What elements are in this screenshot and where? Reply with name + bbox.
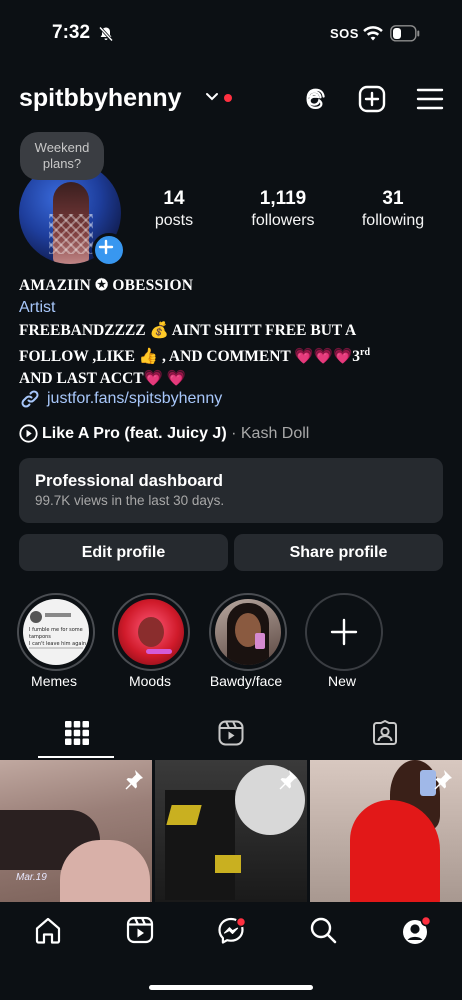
share-profile-button[interactable]: Share profile <box>234 534 443 571</box>
status-time: 7:32 <box>52 22 91 43</box>
pin-icon <box>434 770 452 790</box>
following-count[interactable]: 31 <box>338 188 448 210</box>
sos-indicator: SOS <box>330 26 359 41</box>
chevron-down-icon[interactable] <box>205 92 219 102</box>
bio-line-text: FOLLOW ,LIKE 👍 , AND COMMENT 💗💗💗3 <box>19 348 361 366</box>
bio-line: FREEBANDZZZZ 💰 AINT SHITT FREE BUT A <box>19 322 357 339</box>
add-story-button[interactable] <box>92 233 126 267</box>
plus-icon <box>330 618 358 646</box>
active-tab-indicator <box>38 756 114 758</box>
highlight-label[interactable]: Memes <box>4 673 104 689</box>
followers-count[interactable]: 1,119 <box>228 188 338 210</box>
username-switcher[interactable]: spitbbyhenny <box>19 84 182 113</box>
post-caption: Mar.19 <box>16 872 47 883</box>
bio-line: AND LAST ACCT💗 💗 <box>19 370 187 388</box>
profile-link[interactable]: justfor.fans/spitsbyhenny <box>47 390 222 408</box>
reels-icon[interactable] <box>218 720 244 746</box>
bell-muted-icon <box>98 26 114 42</box>
music-title: Like A Pro (feat. Juicy J) <box>42 425 227 442</box>
posts-count[interactable]: 14 <box>119 188 229 210</box>
bio-text: FREEBANDZZZZ 💰 AINT SHITT FREE BUT A FOL… <box>19 320 439 390</box>
highlight-label[interactable]: New <box>292 673 392 689</box>
highlight-label[interactable]: Moods <box>100 673 200 689</box>
notification-dot <box>224 94 232 102</box>
highlight-thumbnail: I fumble me for some tampons I can't leav… <box>23 599 89 665</box>
dashboard-title: Professional dashboard <box>35 472 223 490</box>
link-icon <box>21 390 39 408</box>
display-name: AMAZIIN ✪ OBESSION <box>19 277 194 294</box>
threads-icon[interactable] <box>300 84 330 114</box>
bio-superscript: rd <box>360 347 371 358</box>
highlight-thumbnail <box>118 599 184 665</box>
note-text: Weekend plans? <box>34 140 90 171</box>
profile-icon[interactable] <box>400 915 432 947</box>
tagged-icon[interactable] <box>372 720 398 746</box>
pin-icon <box>125 770 143 790</box>
reels-nav-icon[interactable] <box>126 915 154 945</box>
menu-icon[interactable] <box>415 84 445 114</box>
highlight-memes[interactable]: I fumble me for some tampons I can't leav… <box>17 593 95 671</box>
dashboard-subtitle: 99.7K views in the last 30 days. <box>35 493 225 508</box>
messenger-icon[interactable] <box>216 915 248 947</box>
profile-music[interactable]: Like A Pro (feat. Juicy J) · Kash Doll <box>42 425 309 443</box>
highlight-thumbnail <box>215 599 281 665</box>
music-artist: · Kash Doll <box>226 425 310 442</box>
highlight-bawdy-face[interactable] <box>209 593 287 671</box>
posts-label[interactable]: posts <box>119 212 229 230</box>
wifi-icon <box>363 26 383 41</box>
following-label[interactable]: following <box>338 212 448 230</box>
create-icon[interactable] <box>357 84 387 114</box>
home-indicator <box>149 985 313 990</box>
new-highlight-button[interactable] <box>305 593 383 671</box>
search-icon[interactable] <box>308 915 338 945</box>
home-icon[interactable] <box>34 915 62 945</box>
highlight-label[interactable]: Bawdy/face <box>196 673 296 689</box>
play-circle-icon[interactable] <box>19 424 38 443</box>
category-label: Artist <box>19 299 56 316</box>
bio-line: FOLLOW ,LIKE 👍 , AND COMMENT 💗💗💗3rd <box>19 342 439 368</box>
highlight-moods[interactable] <box>112 593 190 671</box>
pin-icon <box>279 770 297 790</box>
followers-label[interactable]: followers <box>228 212 338 230</box>
plus-icon <box>98 239 114 255</box>
battery-icon <box>390 25 420 42</box>
edit-profile-button[interactable]: Edit profile <box>19 534 228 571</box>
grid-icon[interactable] <box>64 720 90 746</box>
meme-text: I fumble me for some tampons I can't leav… <box>29 627 87 647</box>
